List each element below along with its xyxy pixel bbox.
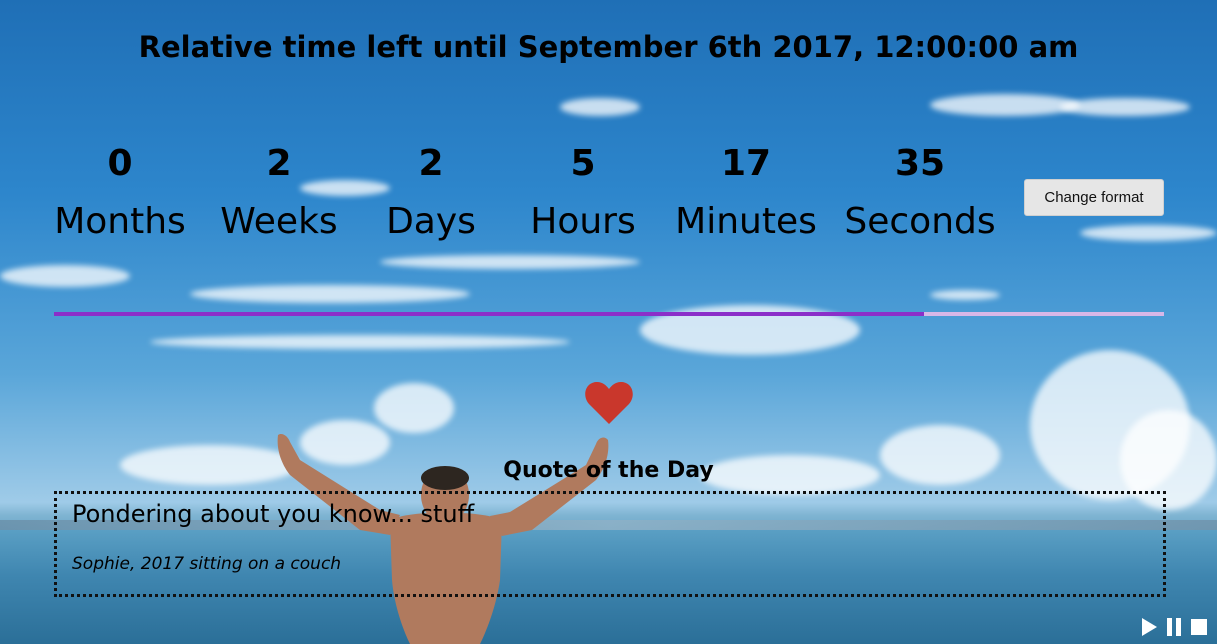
minutes-label: Minutes [675,201,817,242]
months-label: Months [54,201,186,242]
progress-bar [54,312,1164,316]
countdown-months: 0 Months [50,142,190,244]
quote-box: Pondering about you know... stuff Sophie… [54,491,1166,597]
quote-text: Pondering about you know... stuff [72,500,475,528]
countdown-days: 2 Days [376,142,486,244]
heart-icon[interactable] [584,380,634,426]
stop-icon[interactable] [1191,619,1207,635]
weeks-label: Weeks [220,201,338,242]
countdown-minutes: 17 Minutes [666,142,826,244]
media-controls [1142,618,1207,636]
countdown-hours: 5 Hours [520,142,646,244]
seconds-value: 35 [894,143,946,184]
pause-icon[interactable] [1167,618,1181,636]
progress-bar-fill [54,312,925,316]
play-icon[interactable] [1142,618,1157,636]
seconds-label: Seconds [844,201,996,242]
days-value: 2 [418,143,444,184]
quote-heading: Quote of the Day [503,458,714,483]
countdown-weeks: 2 Weeks [214,142,344,244]
change-format-button[interactable]: Change format [1024,179,1164,216]
quote-author: Sophie, 2017 sitting on a couch [72,554,342,574]
countdown-seconds: 35 Seconds [840,142,1000,244]
hours-label: Hours [530,201,636,242]
page-title: Relative time left until September 6th 2… [138,30,1079,64]
months-value: 0 [107,143,133,184]
hours-value: 5 [570,143,596,184]
minutes-value: 17 [720,143,772,184]
days-label: Days [386,201,476,242]
weeks-value: 2 [266,143,292,184]
